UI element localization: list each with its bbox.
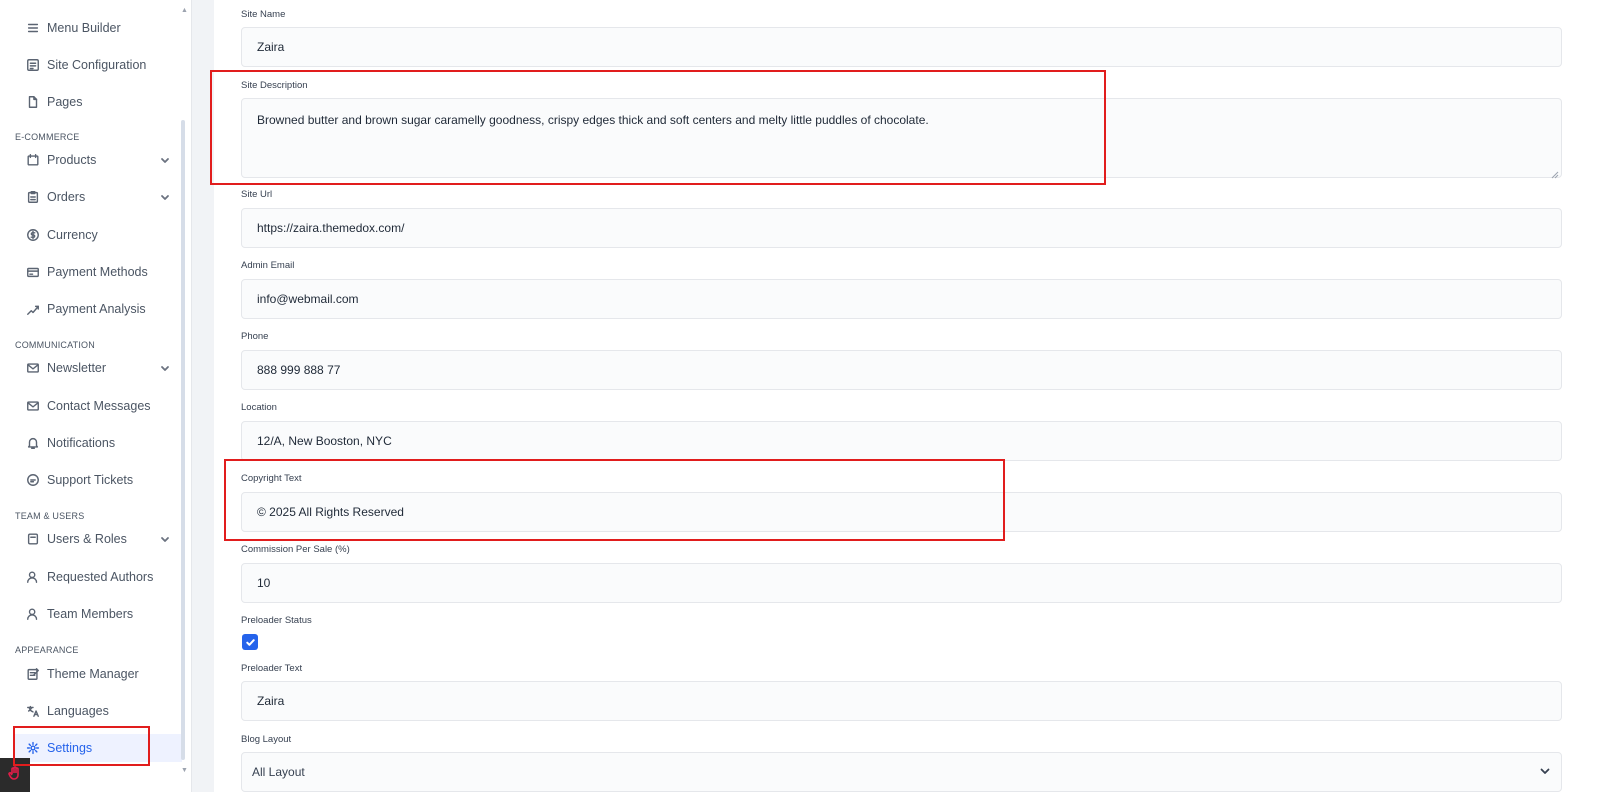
admin-email-label: Admin Email [241, 260, 295, 271]
sidebar-item-currency[interactable]: Currency [26, 223, 176, 247]
sidebar-item-site-configuration[interactable]: Site Configuration [26, 53, 176, 77]
chevron-down-icon [160, 154, 170, 164]
admin-email-input[interactable]: info@webmail.com [241, 279, 1562, 319]
palette-icon [26, 667, 40, 681]
sidebar-item-label: Notifications [47, 436, 116, 450]
sidebar-item-label: Contact Messages [47, 399, 151, 413]
users-icon [26, 532, 40, 546]
bell-icon [26, 436, 40, 450]
mail-icon [26, 399, 40, 413]
chevron-down-icon [160, 191, 170, 201]
resize-handle-icon[interactable] [1551, 167, 1559, 179]
copyright-input[interactable]: © 2025 All Rights Reserved [241, 492, 1562, 532]
sidebar-item-label: Settings [47, 741, 93, 755]
sidebar-item-support-tickets[interactable]: Support Tickets [26, 468, 176, 492]
sidebar-item-label: Orders [47, 190, 86, 204]
app: Menu Builder Site Configuration Pages E-… [0, 0, 1600, 792]
commission-label: Commission Per Sale (%) [241, 544, 350, 555]
sidebar-item-menu-builder[interactable]: Menu Builder [26, 16, 176, 40]
blog-layout-select[interactable]: All Layout [241, 752, 1562, 792]
site-description-text: Browned butter and brown sugar caramelly… [257, 113, 929, 127]
chart-icon [26, 302, 40, 316]
sidebar-item-orders[interactable]: Orders [26, 185, 176, 209]
box-icon [26, 153, 40, 167]
preloader-text-label: Preloader Text [241, 663, 303, 674]
sidebar-item-settings[interactable]: Settings [14, 734, 182, 762]
copyright-label: Copyright Text [241, 473, 302, 484]
site-name-label: Site Name [241, 9, 286, 20]
section-label-appearance: APPEARANCE [15, 645, 79, 655]
settings-form: Site Name Zaira Site Description Browned… [214, 0, 1600, 792]
sidebar-item-label: Payment Analysis [47, 302, 146, 316]
sidebar-item-label: Products [47, 153, 97, 167]
user-icon [26, 570, 40, 584]
list-icon [26, 58, 40, 72]
phone-input[interactable]: 888 999 888 77 [241, 350, 1562, 390]
site-url-input[interactable]: https://zaira.themedox.com/ [241, 208, 1562, 248]
blog-layout-value: All Layout [252, 765, 305, 779]
sidebar-item-payment-methods[interactable]: Payment Methods [26, 260, 176, 284]
sidebar-item-label: Pages [47, 95, 83, 109]
sidebar-item-label: Currency [47, 228, 98, 242]
chevron-down-icon [160, 362, 170, 372]
sidebar-item-payment-analysis[interactable]: Payment Analysis [26, 297, 176, 321]
sidebar-item-label: Users & Roles [47, 532, 127, 546]
check-icon [245, 638, 255, 646]
sidebar-item-languages[interactable]: Languages [26, 699, 176, 723]
app-badge[interactable] [0, 758, 30, 792]
chevron-down-icon [1539, 765, 1551, 777]
sidebar-item-contact-messages[interactable]: Contact Messages [26, 394, 176, 418]
scroll-down-arrow[interactable]: ▼ [181, 767, 188, 774]
sidebar-item-requested-authors[interactable]: Requested Authors [26, 565, 176, 589]
site-url-label: Site Url [241, 189, 273, 200]
sidebar-item-label: Team Members [47, 607, 134, 621]
sidebar-item-label: Support Tickets [47, 473, 134, 487]
sidebar-item-newsletter[interactable]: Newsletter [26, 356, 176, 380]
clipboard-icon [26, 190, 40, 204]
phone-label: Phone [241, 331, 269, 342]
user-icon [26, 607, 40, 621]
site-description-textarea[interactable]: Browned butter and brown sugar caramelly… [241, 98, 1562, 179]
section-label-communication: COMMUNICATION [15, 340, 95, 350]
section-label-ecommerce: E-COMMERCE [15, 132, 80, 142]
section-label-team-users: TEAM & USERS [15, 511, 85, 521]
location-label: Location [241, 402, 277, 413]
sidebar-item-label: Languages [47, 704, 109, 718]
preloader-text-input[interactable]: Zaira [241, 681, 1562, 721]
hand-icon [7, 765, 23, 786]
preloader-status-label: Preloader Status [241, 615, 312, 626]
mail-icon [26, 361, 40, 375]
location-input[interactable]: 12/A, New Booston, NYC [241, 421, 1562, 461]
credit-card-icon [26, 265, 40, 279]
sidebar-item-label: Theme Manager [47, 667, 139, 681]
sidebar-item-theme-manager[interactable]: Theme Manager [26, 662, 176, 686]
menu-icon [26, 21, 40, 35]
sidebar-item-pages[interactable]: Pages [26, 90, 176, 114]
gear-icon [26, 741, 40, 755]
sidebar-item-products[interactable]: Products [26, 148, 176, 172]
translate-icon [26, 704, 40, 718]
site-name-input[interactable]: Zaira [241, 27, 1562, 67]
sidebar-item-label: Newsletter [47, 361, 107, 375]
site-description-label: Site Description [241, 80, 308, 91]
sidebar-item-label: Requested Authors [47, 570, 154, 584]
sidebar-item-label: Payment Methods [47, 265, 148, 279]
commission-input[interactable]: 10 [241, 563, 1562, 603]
sidebar-scrollbar[interactable] [181, 120, 185, 760]
scroll-up-arrow[interactable]: ▲ [181, 7, 188, 14]
chevron-down-icon [160, 533, 170, 543]
file-icon [26, 95, 40, 109]
sidebar-item-team-members[interactable]: Team Members [26, 602, 176, 626]
sidebar: Menu Builder Site Configuration Pages E-… [0, 0, 192, 792]
blog-layout-label: Blog Layout [241, 734, 292, 745]
preloader-status-checkbox[interactable] [242, 634, 258, 650]
sidebar-item-notifications[interactable]: Notifications [26, 431, 176, 455]
chat-icon [26, 473, 40, 487]
sidebar-item-label: Site Configuration [47, 58, 147, 72]
sidebar-item-users-roles[interactable]: Users & Roles [26, 527, 176, 551]
dollar-icon [26, 228, 40, 242]
sidebar-item-label: Menu Builder [47, 21, 121, 35]
